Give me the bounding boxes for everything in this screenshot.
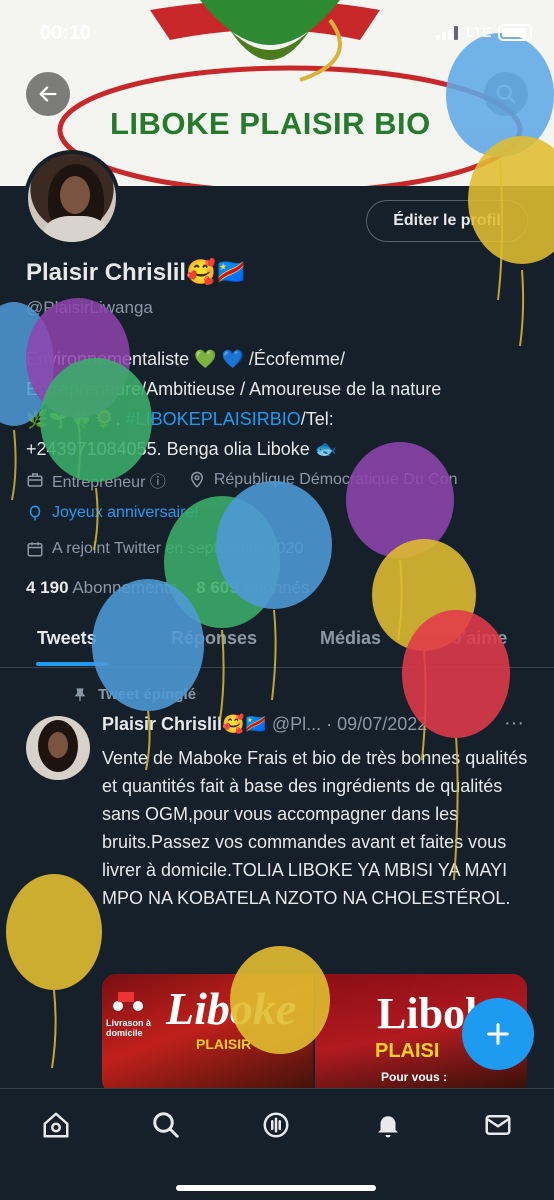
more-options-icon[interactable]: ··· xyxy=(504,712,524,735)
tab-replies[interactable]: Réponses xyxy=(171,628,257,649)
profile-category[interactable]: Entrepreneur ⓘ xyxy=(52,468,166,492)
calendar-icon xyxy=(27,542,43,557)
followers-label: Abonnés xyxy=(242,578,310,597)
bio-emojis: 🌿🌱🍀🌻. xyxy=(26,409,126,429)
profile-meta-row: Entrepreneur ⓘ République Démocratique D… xyxy=(26,468,458,492)
compose-tweet-button[interactable] xyxy=(462,998,534,1070)
bio-line: Entrepreneure/Ambitieuse / Amoureuse de … xyxy=(26,379,442,399)
network-label: LTE xyxy=(466,24,492,40)
bio-line: Environnementaliste 💚 💙 /Écofemme/ xyxy=(26,349,345,369)
followers-count: 8 609 xyxy=(196,578,239,597)
birthday-text: Joyeux anniversaire! xyxy=(52,504,199,521)
tweet-avatar[interactable] xyxy=(26,716,90,780)
tab-tweets[interactable]: Tweets xyxy=(37,628,97,649)
follow-counts: 4 190 Abonnements 8 609 Abonnés xyxy=(26,578,310,598)
following-count: 4 190 xyxy=(26,578,69,597)
status-bar: 00:10 LTE xyxy=(0,0,554,64)
balloon-icon xyxy=(92,579,204,771)
scooter-icon xyxy=(113,992,143,1011)
edit-profile-button[interactable]: Éditer le profil xyxy=(366,200,528,242)
media-delivery-text: Livrason à domicile xyxy=(106,1018,152,1038)
bottom-navigation xyxy=(0,1088,554,1200)
location-pin-icon xyxy=(190,471,203,488)
arrow-left-icon xyxy=(39,86,57,102)
home-indicator xyxy=(176,1185,376,1191)
profile-location: République Démocratique Du Con xyxy=(213,471,458,488)
bell-icon xyxy=(378,1116,398,1138)
joined-row: A rejoint Twitter en septembre 2020 xyxy=(26,540,303,558)
media-title: Liboke xyxy=(166,983,297,1034)
media-subtitle: PLAISI xyxy=(375,1040,440,1062)
nav-search[interactable] xyxy=(148,1107,184,1143)
profile-handle: @PlaisirLiwanga xyxy=(26,298,153,317)
joined-date: A rejoint Twitter en septembre 2020 xyxy=(52,540,304,557)
tab-media[interactable]: Médias xyxy=(320,628,381,649)
search-icon xyxy=(496,84,516,104)
active-tab-indicator xyxy=(36,662,108,666)
balloon-icon xyxy=(29,505,41,521)
nav-spaces[interactable] xyxy=(258,1107,294,1143)
following-label: Abonnements xyxy=(72,578,178,597)
nav-messages[interactable] xyxy=(480,1107,516,1143)
banner-title: LIBOKE PLAISIR BIO xyxy=(110,106,431,141)
profile-avatar[interactable] xyxy=(24,150,120,246)
tweet-author[interactable]: Plaisir Chrislil🥰🇨🇩 xyxy=(102,714,267,734)
pinned-label: Tweet épinglé xyxy=(72,686,196,703)
spaces-icon xyxy=(263,1112,289,1138)
tweet-header: Plaisir Chrislil🥰🇨🇩 @Pl... · 09/07/2022 xyxy=(102,714,427,735)
battery-icon xyxy=(498,24,532,41)
tweet-text: Vente de Maboke Frais et bio de très bon… xyxy=(102,748,528,908)
balloon-icon xyxy=(6,874,102,1069)
mail-icon xyxy=(485,1115,511,1135)
profile-tabs: Tweets Réponses Médias J'aime xyxy=(0,612,554,668)
bio-text: /Tel: xyxy=(300,409,334,429)
bio-hashtag-link[interactable]: #LIBOKEPLAISIRBIO xyxy=(126,409,301,429)
pinned-text: Tweet épinglé xyxy=(98,686,197,703)
briefcase-icon xyxy=(27,473,43,487)
search-icon xyxy=(153,1112,179,1138)
media-extra-text: Pour vous : xyxy=(381,1070,448,1084)
following-link[interactable]: 4 190 Abonnements xyxy=(26,578,177,597)
tab-likes[interactable]: J'aime xyxy=(452,628,507,649)
profile-name: Plaisir Chrislil🥰🇨🇩 xyxy=(26,259,246,286)
tweet-meta: @Pl... · 09/07/2022 xyxy=(271,714,428,734)
followers-link[interactable]: 8 609 Abonnés xyxy=(196,578,309,597)
bio-line: 🌿🌱🍀🌻. #LIBOKEPLAISIRBIO/Tel: xyxy=(26,404,536,434)
status-time: 00:10 xyxy=(40,22,92,44)
birthday-row: Joyeux anniversaire! xyxy=(26,504,199,522)
plus-icon xyxy=(487,1023,509,1045)
signal-icon xyxy=(436,26,458,40)
search-button[interactable] xyxy=(484,72,528,116)
nav-home[interactable] xyxy=(38,1107,74,1143)
pin-icon xyxy=(74,687,86,701)
media-subtitle: PLAISIR xyxy=(196,1036,252,1052)
home-icon xyxy=(43,1112,69,1138)
bio-line: +243971084055. Benga olia Liboke 🐟 xyxy=(26,439,338,459)
nav-notifications[interactable] xyxy=(370,1107,406,1143)
profile-bio: Environnementaliste 💚 💙 /Écofemme/ Entre… xyxy=(26,344,536,464)
back-button[interactable] xyxy=(26,72,70,116)
tweet-image-1[interactable]: Liboke PLAISIR Livrason à domicile xyxy=(102,974,313,1094)
